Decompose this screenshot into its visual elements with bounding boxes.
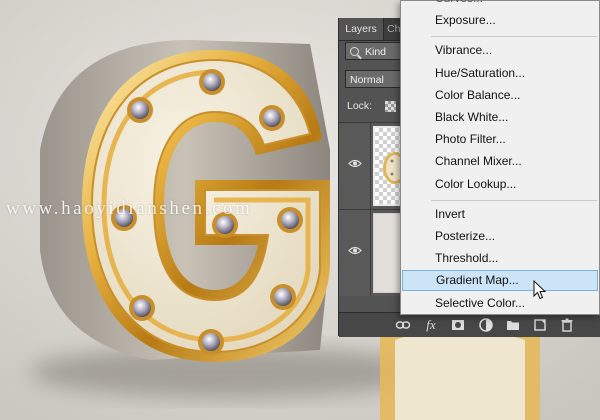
menu-item-gradient-map[interactable]: Gradient Map... <box>402 270 598 292</box>
layer-thumbnail[interactable] <box>373 126 407 206</box>
panel-footer: fx <box>339 312 600 337</box>
menu-item-color-lookup[interactable]: Color Lookup... <box>402 174 598 195</box>
menu-item-channel-mixer[interactable]: Channel Mixer... <box>402 151 598 172</box>
menu-item-threshold[interactable]: Threshold... <box>402 248 598 269</box>
menu-separator <box>431 36 597 38</box>
blend-mode-select[interactable]: Normal <box>345 70 405 88</box>
menu-separator <box>431 199 597 201</box>
layer-divider <box>370 123 371 209</box>
trash-icon[interactable] <box>559 317 575 333</box>
folder-icon[interactable] <box>505 317 521 333</box>
blend-mode-value: Normal <box>350 74 384 86</box>
adjustment-icon[interactable] <box>478 317 494 333</box>
watermark-text: www.haoyidianshen.com <box>6 198 253 219</box>
mouse-cursor-icon <box>533 280 547 300</box>
eye-icon[interactable] <box>348 246 362 255</box>
menu-item-photo-filter[interactable]: Photo Filter... <box>402 129 598 150</box>
menu-item-exposure[interactable]: Exposure... <box>402 10 598 31</box>
menu-item-posterize[interactable]: Posterize... <box>402 226 598 247</box>
new-layer-icon[interactable] <box>532 317 548 333</box>
menu-item-selective-color[interactable]: Selective Color... <box>402 293 598 314</box>
layer-kind-filter[interactable]: Kind <box>345 42 405 60</box>
lock-label: Lock: <box>347 100 373 112</box>
menu-item-color-balance[interactable]: Color Balance... <box>402 85 598 106</box>
layer-thumbnail[interactable] <box>373 213 403 293</box>
mask-icon[interactable] <box>450 317 466 333</box>
adjustment-layer-menu: Curves...Exposure... Vibrance...Hue/Satur… <box>400 0 600 315</box>
menu-item-hue-saturation[interactable]: Hue/Saturation... <box>402 63 598 84</box>
lock-transparency-icon[interactable] <box>385 101 396 112</box>
menu-item-vibrance[interactable]: Vibrance... <box>402 40 598 61</box>
search-icon <box>350 47 359 56</box>
lock-row: Lock: <box>347 98 372 114</box>
letter-thumbnail-icon <box>383 152 407 184</box>
menu-item-invert[interactable]: Invert <box>402 204 598 225</box>
menu-item-curves[interactable]: Curves... <box>402 0 598 9</box>
menu-item-black-white[interactable]: Black White... <box>402 107 598 128</box>
link-icon[interactable] <box>395 317 411 333</box>
eye-icon[interactable] <box>348 159 362 168</box>
tab-layers[interactable]: Layers <box>339 18 384 40</box>
fx-icon[interactable]: fx <box>423 317 439 333</box>
layer-divider <box>370 210 371 296</box>
kind-filter-label: Kind <box>365 46 387 58</box>
